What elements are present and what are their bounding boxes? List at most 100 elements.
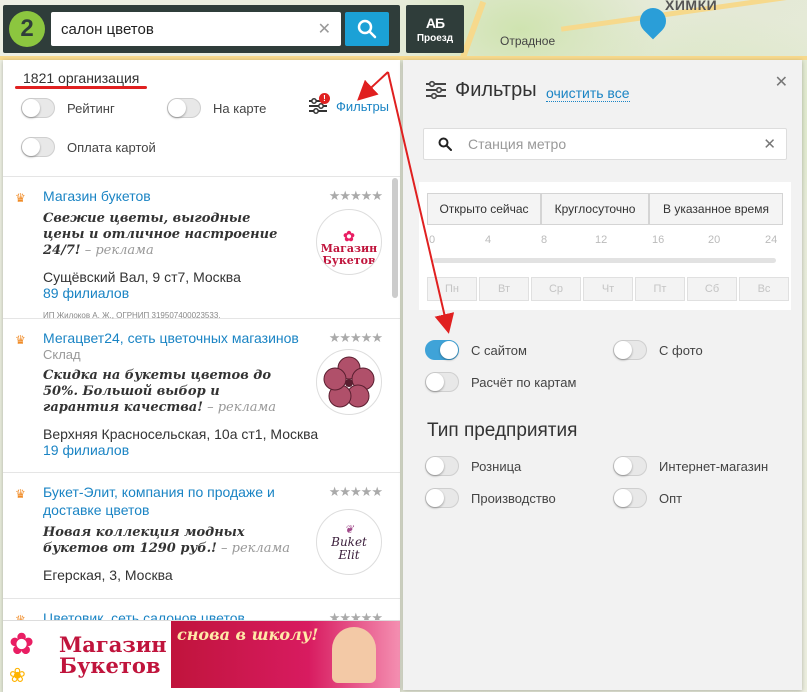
result-item[interactable]: ♛ Букет-Элит, компания по продаже и дост…	[3, 473, 400, 599]
results-header: 1821 организация Рейтинг На карте ! Филь…	[3, 60, 400, 177]
hour-tick: 4	[485, 234, 492, 246]
toggle-with-photo[interactable]: С фото	[613, 340, 703, 360]
toggle-switch[interactable]	[425, 372, 459, 392]
search-icon	[438, 137, 452, 151]
toggle-switch[interactable]	[425, 488, 459, 508]
day-thu[interactable]: Чт	[583, 277, 633, 301]
toggle-label: Рейтинг	[67, 100, 115, 116]
rating-stars: ★★★★★	[328, 188, 383, 203]
tab-24h[interactable]: Круглосуточно	[541, 193, 649, 225]
flower-icon	[323, 356, 375, 408]
hour-tick: 20	[708, 234, 721, 246]
map-label-khimki: ХИМКИ	[665, 0, 718, 13]
close-icon[interactable]: ✕	[775, 72, 788, 92]
toggle-switch[interactable]	[425, 340, 459, 360]
toggle-card-payment[interactable]: Оплата картой	[21, 137, 156, 157]
result-address[interactable]: Верхняя Красносельская, 10а ст1, Москва	[43, 426, 384, 442]
annotation-underline	[15, 86, 147, 89]
toggle-label: С сайтом	[471, 342, 527, 358]
tab-open-now[interactable]: Открыто сейчас	[427, 193, 541, 225]
results-scrollbar[interactable]	[392, 178, 398, 298]
route-icon: АБ	[425, 14, 445, 31]
search-icon	[357, 19, 377, 39]
search-bar: 2 ✕	[3, 5, 400, 53]
search-input[interactable]	[61, 20, 301, 38]
toggle-switch[interactable]	[167, 98, 201, 118]
result-item[interactable]: ♛ Магазин букетов ★★★★★ Свежие цветы, вы…	[3, 177, 400, 320]
route-button[interactable]: АБ Проезд	[406, 5, 464, 53]
ad-tag: – реклама	[202, 400, 277, 415]
banner-logo: ✿ ❀ Магазин Букетов	[3, 621, 171, 689]
result-branches[interactable]: 89 филиалов	[43, 285, 384, 301]
filters-title: Фильтры	[455, 79, 537, 101]
results-panel: 1821 организация Рейтинг На карте ! Филь…	[3, 60, 400, 692]
rating-stars: ★★★★★	[328, 330, 383, 345]
day-wed[interactable]: Ср	[531, 277, 581, 301]
filters-link[interactable]: ! Фильтры	[308, 93, 390, 115]
result-item[interactable]: ♛ Мегацвет24, сеть цветочных магазинов С…	[3, 319, 400, 473]
hour-tick: 8	[541, 234, 548, 246]
day-fri[interactable]: Пт	[635, 277, 685, 301]
toggle-production[interactable]: Производство	[425, 488, 556, 508]
ad-tag: – реклама	[216, 541, 290, 556]
ad-text: Свежие цветы, выгодные цены и отличное н…	[43, 211, 278, 258]
organization-count: 1821 организация	[23, 70, 140, 86]
banner-title-line-2: Букетов	[59, 653, 161, 678]
toggle-switch[interactable]	[21, 137, 55, 157]
crown-icon: ♛	[15, 487, 26, 501]
crown-icon: ♛	[15, 333, 26, 347]
search-box: ✕	[51, 12, 341, 46]
result-logo[interactable]	[316, 349, 382, 415]
result-title[interactable]: Магазин букетов	[43, 187, 313, 205]
toggle-retail[interactable]: Розница	[425, 456, 521, 476]
business-type-title: Тип предприятия	[427, 420, 578, 441]
filters-link-label: Фильтры	[336, 98, 390, 114]
clear-search-icon[interactable]: ✕	[318, 19, 331, 39]
filters-panel: Фильтры очистить все ✕ ✕ Открыто сейчас …	[403, 60, 802, 690]
metro-field: ✕	[423, 128, 787, 160]
toggle-with-website[interactable]: С сайтом	[425, 340, 527, 360]
result-logo[interactable]: ✿ Магазин Букетов	[316, 209, 382, 275]
toggle-switch[interactable]	[425, 456, 459, 476]
toggle-switch[interactable]	[613, 456, 647, 476]
day-mon[interactable]: Пн	[427, 277, 477, 301]
toggle-switch[interactable]	[613, 488, 647, 508]
toggle-on-map[interactable]: На карте	[167, 98, 266, 118]
banner-title-line-1: Магазин	[59, 632, 167, 657]
result-title[interactable]: Букет-Элит, компания по продаже и достав…	[43, 483, 313, 519]
hour-tick: 0	[429, 234, 436, 246]
banner-flowers-icon: ✿ ❀	[9, 628, 35, 688]
toggle-label: Оплата картой	[67, 139, 156, 155]
toggle-rating[interactable]: Рейтинг	[21, 98, 115, 118]
result-title[interactable]: Мегацвет24, сеть цветочных магазинов	[43, 329, 313, 347]
2gis-logo[interactable]: 2	[9, 11, 45, 47]
tab-specified-time[interactable]: В указанное время	[649, 193, 783, 225]
day-sun[interactable]: Вс	[739, 277, 789, 301]
result-logo[interactable]: ❦ Buket Elit	[316, 509, 382, 575]
hours-tabs: Открыто сейчас Круглосуточно В указанное…	[427, 193, 783, 225]
clear-all-link[interactable]: очистить все	[546, 85, 630, 102]
result-address[interactable]: Сущёвский Вал, 9 ст7, Москва	[43, 269, 384, 285]
metro-input[interactable]	[468, 136, 738, 152]
hours-slider[interactable]	[433, 258, 776, 263]
logo-bow-icon: ❦	[344, 522, 354, 536]
toggle-switch[interactable]	[613, 340, 647, 360]
toggle-card-payment-filter[interactable]: Расчёт по картам	[425, 372, 576, 392]
search-button[interactable]	[345, 12, 389, 46]
banner-image: снова в школу!	[171, 621, 400, 688]
toggle-label: На карте	[213, 100, 267, 116]
toggle-label: Интернет-магазин	[659, 458, 769, 474]
clear-metro-icon[interactable]: ✕	[763, 135, 776, 153]
ad-banner[interactable]: ✿ ❀ Магазин Букетов снова в школу!	[3, 620, 400, 688]
toggle-online-store[interactable]: Интернет-магазин	[613, 456, 768, 476]
toggle-label: С фото	[659, 342, 703, 358]
hour-tick: 24	[765, 234, 778, 246]
banner-slogan: снова в школу!	[177, 625, 319, 644]
day-sat[interactable]: Сб	[687, 277, 737, 301]
result-branches[interactable]: 19 филиалов	[43, 442, 384, 458]
toggle-label: Розница	[471, 458, 522, 474]
toggle-wholesale[interactable]: Опт	[613, 488, 682, 508]
banner-child-illustration	[332, 627, 376, 683]
day-tue[interactable]: Вт	[479, 277, 529, 301]
toggle-switch[interactable]	[21, 98, 55, 118]
